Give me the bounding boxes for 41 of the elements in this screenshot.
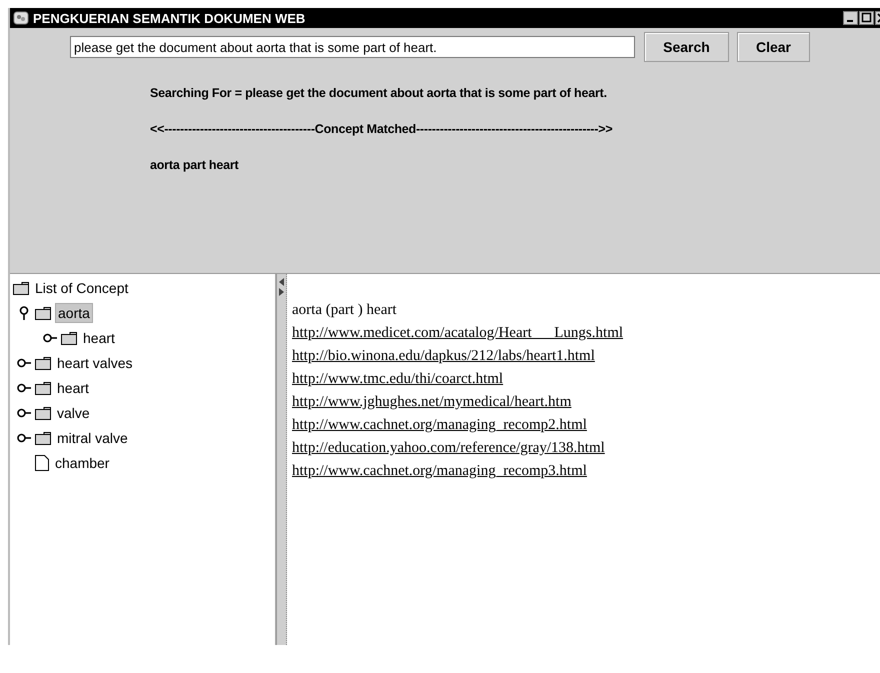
result-heading: aorta (part ) heart <box>292 302 398 319</box>
folder-icon <box>35 381 51 395</box>
folder-icon <box>35 356 51 370</box>
collapsed-handle-icon[interactable] <box>17 383 31 393</box>
search-button[interactable]: Search <box>644 32 729 62</box>
result-link[interactable]: http://www.tmc.edu/thi/coarct.html <box>292 371 504 388</box>
concept-matched-separator: <<--------------------------------------Concept Matched---------------------------------------------->> <box>150 122 614 136</box>
folder-icon <box>35 306 51 320</box>
window-title: PENGKUERIAN SEMANTIK DOKUMEN WEB <box>33 10 306 26</box>
app-icon <box>13 10 29 26</box>
result-link[interactable]: http://www.jghughes.net/mymedical/heart.htm <box>292 394 572 411</box>
result-link[interactable]: http://www.medicet.com/acatalog/Heart___Lungs.html <box>292 325 624 342</box>
folder-icon <box>35 431 51 445</box>
tree-item[interactable]: heart <box>55 379 91 397</box>
collapse-left-icon <box>279 278 284 286</box>
tree-item[interactable]: valve <box>55 404 92 422</box>
tree-item[interactable]: List of Concept <box>33 279 130 297</box>
result-link[interactable]: http://bio.winona.edu/dapkus/212/labs/heart1.html <box>292 348 595 365</box>
expanded-handle-icon[interactable] <box>19 306 29 320</box>
clear-button[interactable]: Clear <box>737 32 810 62</box>
tree-item[interactable]: heart <box>81 329 117 347</box>
folder-icon <box>61 331 77 345</box>
collapsed-handle-icon[interactable] <box>17 433 31 443</box>
matched-concepts-text: aorta part heart <box>150 158 240 172</box>
minimize-button[interactable] <box>843 11 858 25</box>
folder-icon <box>35 406 51 420</box>
result-link[interactable]: http://www.cachnet.org/managing_recomp3.html <box>292 463 587 480</box>
collapsed-handle-icon[interactable] <box>17 358 31 368</box>
tree-item[interactable]: chamber <box>53 454 112 472</box>
folder-icon <box>13 281 29 295</box>
document-icon <box>35 455 49 471</box>
tree-item[interactable]: heart valves <box>55 354 134 372</box>
result-link[interactable]: http://education.yahoo.com/reference/gray/138.html <box>292 440 605 457</box>
result-link[interactable]: http://www.cachnet.org/managing_recomp2.html <box>292 417 587 434</box>
search-query-text: Searching For = please get the document about aorta that is some part of heart. <box>150 86 608 100</box>
expand-right-icon <box>279 288 284 296</box>
tree-item[interactable]: mitral valve <box>55 429 130 447</box>
search-field[interactable]: please get the document about aorta that is some part of heart. <box>70 36 635 58</box>
tree-item[interactable]: aorta <box>55 303 93 323</box>
collapsed-handle-icon[interactable] <box>17 408 31 418</box>
collapsed-handle-icon[interactable] <box>43 333 57 343</box>
